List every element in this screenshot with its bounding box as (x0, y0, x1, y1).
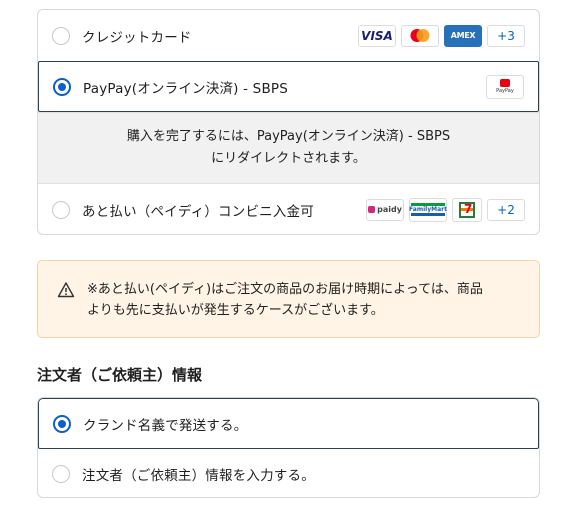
paypay-logos: PayPay (486, 74, 524, 99)
amex-logo-icon: AMEX (444, 24, 482, 47)
radio-grand-name[interactable] (53, 414, 71, 433)
orderer-option-list: クランド名義で発送する。 注文者（ご依頼主）情報を入力する。 (37, 397, 540, 498)
payment-option-credit-card[interactable]: クレジットカード VISA AMEX +3 (38, 10, 539, 61)
seven-eleven-logo-icon (452, 197, 482, 222)
notice-text: ※あと払い(ペイディ)はご注文の商品のお届け時期によっては、商品 よりも先に支払… (87, 279, 483, 321)
radio-input-info[interactable] (52, 465, 70, 483)
mastercard-logo-icon (401, 24, 439, 47)
familymart-logo-icon: FamilyMart (409, 197, 447, 222)
payment-option-paypay[interactable]: PayPay(オンライン決済) - SBPS PayPay (38, 61, 539, 112)
orderer-section-title: 注文者（ご依頼主）情報 (37, 366, 203, 384)
redirect-info-line2: にリダイレクトされます。 (211, 151, 366, 166)
redirect-info-line1: 購入を完了するには、PayPay(オンライン決済) - SBPS (126, 129, 451, 144)
paypay-logo-icon: PayPay (486, 74, 524, 99)
payment-option-label: PayPay(オンライン決済) - SBPS (83, 80, 289, 97)
visa-logo-icon: VISA (358, 24, 396, 47)
orderer-option-grand-name[interactable]: クランド名義で発送する。 (38, 398, 539, 449)
orderer-option-input-info[interactable]: 注文者（ご依頼主）情報を入力する。 (38, 449, 539, 497)
notice-line2: よりも先に支払いが発生するケースがございます。 (87, 303, 384, 318)
redirect-info-panel: 購入を完了するには、PayPay(オンライン決済) - SBPS にリダイレクト… (38, 112, 539, 184)
radio-credit-card[interactable] (52, 26, 70, 45)
radio-paypay[interactable] (53, 77, 71, 96)
radio-atobarai[interactable] (52, 200, 70, 219)
atobarai-notice: ※あと払い(ペイディ)はご注文の商品のお届け時期によっては、商品 よりも先に支払… (37, 260, 540, 338)
notice-line1: ※あと払い(ペイディ)はご注文の商品のお届け時期によっては、商品 (87, 282, 483, 297)
paidy-logo-icon: paidy (366, 198, 404, 221)
payment-method-list: クレジットカード VISA AMEX +3 PayPay(オンライン決済) - … (37, 9, 540, 235)
orderer-option-label: 注文者（ご依頼主）情報を入力する。 (82, 468, 315, 484)
card-logos: VISA AMEX +3 (358, 24, 525, 47)
more-stores-badge: +2 (487, 198, 525, 221)
payment-option-atobarai[interactable]: あと払い（ペイディ）コンビニ入金可 paidy FamilyMart +2 (38, 184, 539, 234)
payment-option-label: あと払い（ペイディ）コンビニ入金可 (82, 203, 314, 220)
warning-triangle-icon (57, 282, 75, 298)
payment-option-label: クレジットカード (82, 29, 192, 46)
more-cards-badge: +3 (487, 24, 525, 47)
orderer-option-label: クランド名義で発送する。 (83, 417, 248, 434)
convenience-logos: paidy FamilyMart +2 (366, 197, 525, 222)
